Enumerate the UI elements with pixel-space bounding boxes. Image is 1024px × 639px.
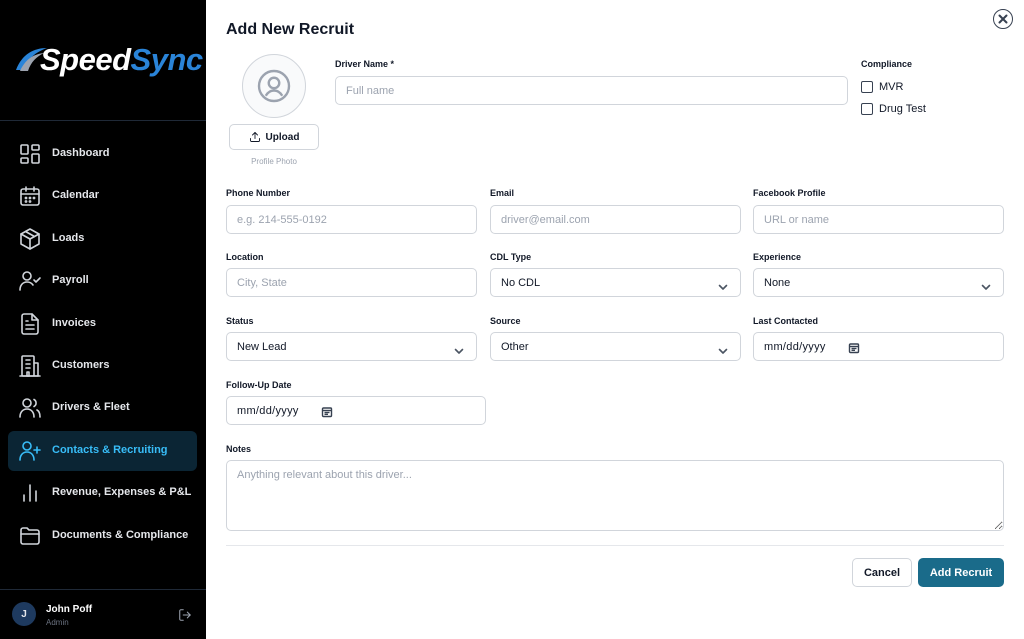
close-icon <box>998 14 1008 24</box>
profile-photo-placeholder <box>242 54 306 118</box>
status-select[interactable]: New Lead <box>226 332 477 361</box>
sidebar-item-revenue-expenses-pl[interactable]: Revenue, Expenses & P&L <box>8 473 197 513</box>
chevron-down-icon <box>718 343 728 354</box>
compliance-label: Compliance <box>861 59 913 69</box>
status-label: Status <box>226 316 254 326</box>
profile-photo-caption: Profile Photo <box>251 157 297 166</box>
add-recruit-button[interactable]: Add Recruit <box>918 558 1004 587</box>
chevron-down-icon <box>454 343 464 354</box>
source-select[interactable]: Other <box>490 332 741 361</box>
cdl-type-label: CDL Type <box>490 252 532 262</box>
calendar-picker-icon[interactable] <box>848 341 860 354</box>
experience-value: None <box>764 277 791 289</box>
cdl-type-value: No CDL <box>501 277 541 289</box>
document-icon <box>18 312 42 336</box>
location-input[interactable] <box>226 268 477 297</box>
sidebar-item-label: Calendar <box>52 189 100 202</box>
follow-up-date-input[interactable]: mm/dd/yyyy <box>226 396 486 425</box>
scrollbar[interactable] <box>1016 0 1024 639</box>
brand-logo[interactable]: SpeedSync <box>14 40 203 80</box>
upload-photo-button[interactable]: Upload <box>229 124 319 150</box>
avatar: J <box>12 602 36 626</box>
chevron-down-icon <box>981 279 991 290</box>
follow-up-value: mm/dd/yyyy <box>237 405 299 417</box>
sidebar-item-label: Invoices <box>52 316 97 329</box>
sidebar-item-calendar[interactable]: Calendar <box>8 176 197 216</box>
mvr-label: MVR <box>879 81 904 93</box>
chevron-down-icon <box>718 279 728 290</box>
brand-name-part1: Speed <box>40 42 131 77</box>
upload-label: Upload <box>265 131 300 143</box>
email-label: Email <box>490 188 515 198</box>
source-value: Other <box>501 341 529 353</box>
follow-up-label: Follow-Up Date <box>226 380 292 390</box>
compliance-option-drug-test[interactable]: Drug Test <box>861 103 926 115</box>
calendar-icon <box>18 184 42 208</box>
experience-label: Experience <box>753 252 802 262</box>
phone-input[interactable] <box>226 205 477 234</box>
folder-icon <box>18 524 42 548</box>
source-label: Source <box>490 316 521 326</box>
user-role: Admin <box>46 618 69 627</box>
sidebar-item-label: Customers <box>52 358 110 371</box>
building-icon <box>18 354 42 378</box>
sidebar-item-label: Payroll <box>52 274 89 287</box>
close-button[interactable] <box>993 9 1013 29</box>
user-check-icon <box>18 269 42 293</box>
add-recruit-modal: Add New Recruit Upload Profile Photo Dri… <box>206 0 1024 639</box>
sidebar-item-payroll[interactable]: Payroll <box>8 261 197 301</box>
sidebar-item-label: Contacts & Recruiting <box>52 443 168 456</box>
mvr-checkbox[interactable] <box>861 81 873 93</box>
upload-icon <box>249 132 260 142</box>
users-icon <box>18 396 42 420</box>
last-contacted-label: Last Contacted <box>753 316 819 326</box>
status-value: New Lead <box>237 341 287 353</box>
drug-test-label: Drug Test <box>879 103 926 115</box>
user-name: John Poff <box>46 604 93 615</box>
calendar-picker-icon[interactable] <box>321 405 333 418</box>
sidebar-item-label: Loads <box>52 231 85 244</box>
footer-divider <box>226 545 1004 546</box>
brand-name-part2: Sync <box>130 42 204 77</box>
driver-name-input[interactable] <box>335 76 848 105</box>
dashboard-icon <box>18 142 42 166</box>
sidebar-item-label: Documents & Compliance <box>52 528 189 541</box>
user-plus-icon <box>18 439 42 463</box>
drug-test-checkbox[interactable] <box>861 103 873 115</box>
cdl-type-select[interactable]: No CDL <box>490 268 741 297</box>
phone-label: Phone Number <box>226 188 291 198</box>
sidebar-divider <box>0 120 206 121</box>
user-profile[interactable]: J John Poff Admin <box>0 590 206 639</box>
compliance-option-mvr[interactable]: MVR <box>861 81 903 93</box>
notes-label: Notes <box>226 444 252 454</box>
facebook-input[interactable] <box>753 205 1004 234</box>
sidebar-item-label: Revenue, Expenses & P&L <box>52 486 192 499</box>
modal-title: Add New Recruit <box>226 21 355 38</box>
sidebar-item-documents-compliance[interactable]: Documents & Compliance <box>8 516 197 556</box>
sidebar-nav: Dashboard Calendar Loads Payroll Invoice… <box>8 134 197 558</box>
email-input[interactable] <box>490 205 741 234</box>
sidebar-item-invoices[interactable]: Invoices <box>8 304 197 344</box>
last-contacted-date-input[interactable]: mm/dd/yyyy <box>753 332 1004 361</box>
cancel-button[interactable]: Cancel <box>852 558 912 587</box>
sidebar-item-contacts-recruiting[interactable]: Contacts & Recruiting <box>8 430 197 471</box>
facebook-label: Facebook Profile <box>753 188 826 198</box>
sidebar: SpeedSync Dashboard Calendar Loads Payro… <box>0 0 206 639</box>
sidebar-item-loads[interactable]: Loads <box>8 219 197 259</box>
last-contacted-value: mm/dd/yyyy <box>764 341 826 353</box>
sidebar-item-label: Dashboard <box>52 147 110 159</box>
box-icon <box>18 227 42 251</box>
brand-name: SpeedSync <box>40 42 203 78</box>
driver-name-label: Driver Name * <box>335 59 395 69</box>
logout-icon[interactable] <box>178 608 192 622</box>
experience-select[interactable]: None <box>753 268 1004 297</box>
sidebar-item-dashboard[interactable]: Dashboard <box>8 134 197 174</box>
bar-chart-icon <box>18 481 42 505</box>
user-circle-icon <box>257 69 291 103</box>
sidebar-item-drivers-fleet[interactable]: Drivers & Fleet <box>8 388 197 428</box>
sidebar-item-customers[interactable]: Customers <box>8 346 197 386</box>
location-label: Location <box>226 252 264 262</box>
sidebar-item-label: Drivers & Fleet <box>52 401 130 414</box>
notes-textarea[interactable] <box>226 460 1004 531</box>
